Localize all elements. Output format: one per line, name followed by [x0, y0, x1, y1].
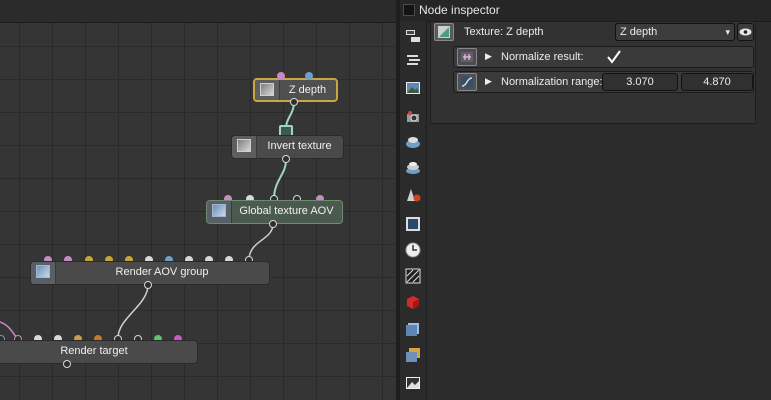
node-graph[interactable]: Z depth Invert texture Global texture AO… [0, 0, 396, 400]
texture-icon[interactable] [404, 267, 422, 285]
range-min-input[interactable]: 3.070 [602, 73, 678, 91]
range-curve-icon [457, 73, 477, 91]
inspector-toolbar [400, 21, 427, 400]
picture-icon[interactable] [404, 374, 422, 392]
texture-properties-panel: Texture: Z depth Z depth ▾ ▶ Normalize r… [430, 21, 756, 124]
image-icon[interactable] [404, 79, 422, 97]
wire-invert-global [273, 159, 287, 200]
environment-icon[interactable] [404, 133, 422, 151]
texture-thumbnail-icon [434, 23, 454, 41]
node-graph-icon[interactable] [404, 27, 422, 45]
clock-icon[interactable] [404, 241, 422, 259]
expand-arrow-icon[interactable]: ▶ [485, 51, 492, 62]
node-global-texture-aov-label: Global texture AOV [239, 205, 334, 217]
aov-stack-icon [207, 201, 232, 223]
range-max-input[interactable]: 4.870 [681, 73, 753, 91]
normalize-result-label: Normalize result: [501, 51, 584, 63]
pin-z-depth-in-2[interactable] [305, 72, 313, 80]
aov-group-icon [31, 262, 56, 284]
visibility-toggle-button[interactable] [737, 23, 754, 41]
kernel-icon[interactable] [404, 159, 422, 177]
pin-z-depth-out[interactable] [290, 98, 298, 106]
pin-group-out[interactable] [144, 281, 152, 289]
blue-cube-icon[interactable] [404, 320, 422, 338]
normalize-result-row: ▶ Normalize result: [453, 46, 754, 68]
eye-icon [739, 28, 752, 36]
wire-group-target [117, 284, 149, 339]
texture-type-dropdown[interactable]: Z depth ▾ [615, 23, 735, 41]
normalization-range-row: ▶ Normalization range: 3.070 4.870 [453, 71, 754, 93]
graph-toolbar [0, 0, 396, 23]
node-z-depth-label: Z depth [288, 84, 327, 96]
material-icon[interactable] [404, 186, 422, 204]
texture-type-value: Z depth [620, 26, 658, 38]
stack-icon[interactable] [404, 51, 422, 69]
node-invert-texture-label: Invert texture [267, 140, 332, 152]
camera-icon[interactable] [404, 108, 422, 126]
node-render-target[interactable]: Render target [0, 340, 198, 364]
inspector-title: Node inspector [419, 3, 500, 17]
render-region-icon[interactable] [404, 215, 422, 233]
layered-cube-icon[interactable] [404, 346, 422, 364]
checkmark-icon [607, 50, 621, 64]
texture-thumbnail-icon [255, 80, 280, 100]
node-render-aov-group-label: Render AOV group [115, 266, 209, 278]
chevron-down-icon: ▾ [725, 27, 730, 37]
pin-z-depth-in-1[interactable] [277, 72, 285, 80]
red-cube-icon[interactable] [404, 293, 422, 311]
expand-arrow-icon[interactable]: ▶ [485, 76, 492, 87]
pin-invert-out[interactable] [282, 155, 290, 163]
normalization-range-label: Normalization range: [501, 76, 603, 88]
pin-global-out[interactable] [269, 220, 277, 228]
inspector-toggle-checkbox[interactable] [403, 4, 415, 16]
inspector-header: Node inspector [400, 0, 771, 22]
wire-global-group [248, 223, 274, 260]
texture-label: Texture: Z depth [464, 26, 544, 38]
normalize-icon [457, 48, 477, 66]
texture-thumbnail-icon [232, 136, 257, 158]
node-inspector: Node inspector Texture: Z depth Z depth … [400, 0, 771, 400]
normalize-result-checkbox[interactable] [606, 49, 622, 65]
pin-target-out[interactable] [63, 360, 71, 368]
node-render-target-label: Render target [60, 345, 128, 357]
